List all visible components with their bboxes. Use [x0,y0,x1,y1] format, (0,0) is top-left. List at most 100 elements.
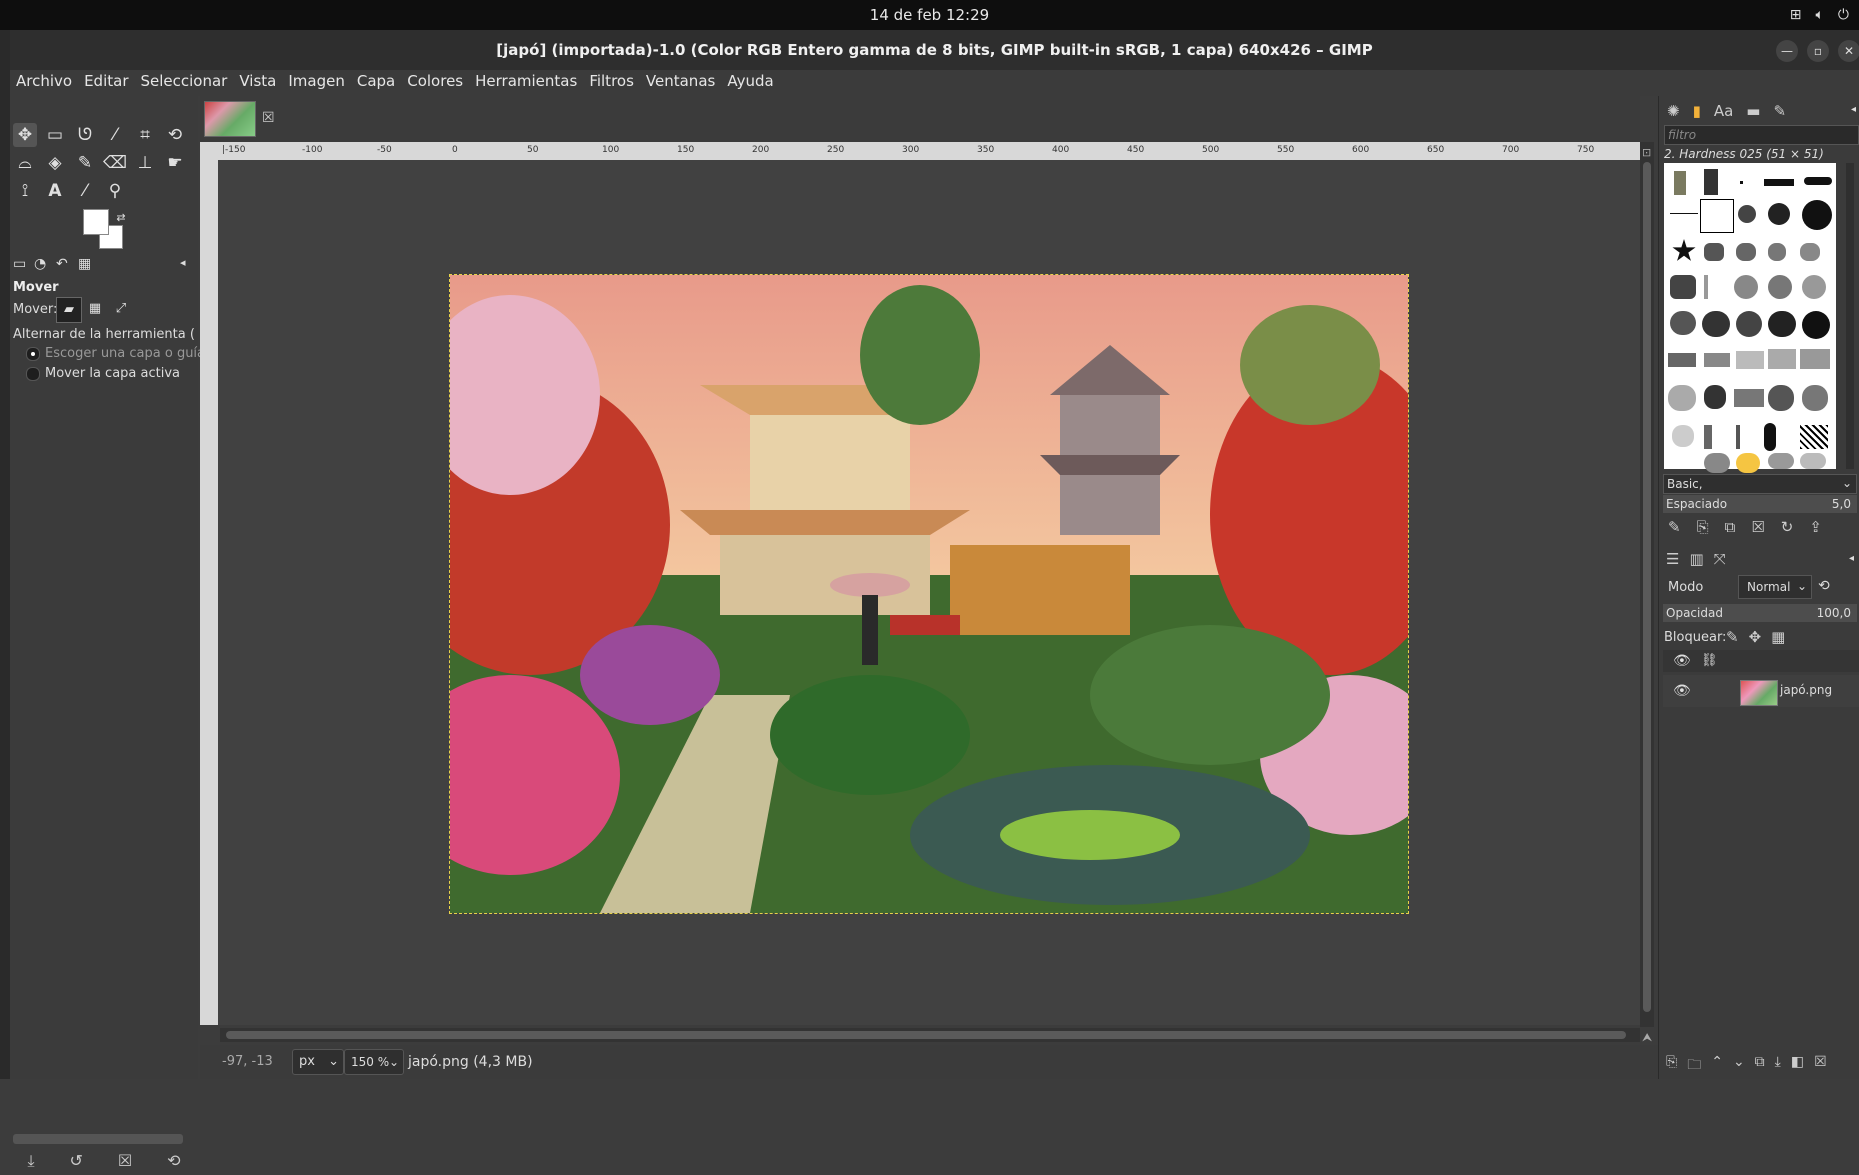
brush-item-selected[interactable] [1700,199,1734,233]
save-options-icon[interactable]: ⤓ [27,1151,34,1171]
undo-history-tab-icon[interactable]: ↶ [56,256,68,272]
device-status-tab-icon[interactable]: ◔ [34,256,46,272]
layer-name[interactable]: japó.png [1780,683,1832,697]
brush-item[interactable] [1768,243,1786,261]
lock-pixels-icon[interactable]: ✎ [1726,628,1739,646]
brush-item[interactable] [1736,453,1760,473]
brush-item[interactable] [1736,351,1764,369]
eraser-icon[interactable]: ⌫ [103,151,127,175]
system-tray[interactable]: ⊞ 🔈︎ ⏻ [1790,7,1849,23]
vertical-ruler[interactable] [200,160,219,1025]
radio-move-active[interactable] [26,367,40,381]
lasso-icon[interactable]: ᘎ [73,123,97,147]
brush-item[interactable] [1704,385,1726,409]
open-brush-icon[interactable]: ⇪ [1809,518,1822,536]
channels-tab-icon[interactable]: ▥ [1689,550,1703,568]
horizontal-scrollbar[interactable] [220,1028,1640,1042]
brush-item[interactable] [1740,181,1743,184]
image-tab-thumbnail[interactable] [204,101,256,137]
navigate-icon[interactable]: ⮝ [1642,1030,1652,1045]
merge-layer-icon[interactable]: ⤓ [1775,1054,1781,1078]
brush-item[interactable] [1670,311,1696,335]
image-canvas[interactable] [449,274,1409,914]
layers-tab-icon[interactable]: ☰ [1666,550,1679,568]
crop-icon[interactable]: ⌗ [133,123,157,147]
option-move-active-label[interactable]: Mover la capa activa [45,366,180,381]
delete-layer-icon[interactable]: ☒ [1814,1054,1827,1078]
raise-layer-icon[interactable]: ⌃ [1711,1054,1723,1078]
brush-item[interactable] [1738,205,1756,223]
move-layer-icon[interactable]: ▰ [56,297,82,323]
unit-select[interactable]: px ⌄ [292,1049,344,1075]
minimize-button[interactable]: — [1776,40,1798,62]
gradients-tab-icon[interactable]: ▬ [1746,102,1760,120]
rect-select-icon[interactable]: ▭ [43,123,67,147]
lock-alpha-icon[interactable]: ▦ [1771,628,1785,646]
paintbrush-icon[interactable]: ✎ [73,151,97,175]
brush-item[interactable] [1800,425,1828,449]
brush-item[interactable] [1764,179,1794,186]
brush-item[interactable] [1768,311,1796,337]
brush-item[interactable] [1764,423,1776,451]
maximize-button[interactable]: ▫ [1807,40,1829,62]
dock-menu-icon[interactable]: ◂ [1851,104,1856,115]
bucket-fill-icon[interactable]: ◈ [43,151,67,175]
brush-item[interactable] [1768,385,1794,411]
move-selection-icon[interactable]: ▦ [83,297,107,321]
layer-visibility-icon[interactable]: 👁︎ [1673,683,1691,699]
brush-filter-input[interactable]: filtro [1664,125,1859,145]
menu-filtros[interactable]: Filtros [583,70,640,96]
brush-item[interactable] [1800,243,1820,261]
brush-item[interactable] [1672,239,1696,261]
paint-dynamics-tab-icon[interactable]: ✎ [1773,102,1786,120]
delete-options-icon[interactable]: ☒ [118,1151,132,1170]
zoom-select[interactable]: 150 % ⌄ [344,1049,404,1075]
new-group-icon[interactable]: 🗀︎ [1687,1054,1701,1078]
brush-item[interactable] [1736,311,1762,337]
brush-item[interactable] [1674,171,1686,195]
duplicate-brush-icon[interactable]: ⧉ [1725,518,1736,536]
brush-item[interactable] [1702,311,1730,337]
lock-position-icon[interactable]: ✥ [1749,628,1762,646]
opacity-slider[interactable]: Opacidad 100,0 [1663,604,1857,622]
delete-brush-icon[interactable]: ☒ [1751,518,1764,536]
menu-herramientas[interactable]: Herramientas [469,70,583,96]
swap-colors-icon[interactable]: ⇄ [109,206,133,230]
brush-item[interactable] [1768,275,1792,299]
brush-item[interactable] [1736,243,1756,261]
toolbox-scrollbar[interactable] [13,1134,183,1144]
lower-layer-icon[interactable]: ⌄ [1733,1054,1745,1078]
brush-item[interactable] [1734,389,1764,407]
brush-item[interactable] [1804,177,1832,185]
brush-item[interactable] [1802,385,1828,411]
reset-options-icon[interactable]: ⟲ [167,1151,180,1170]
zoom-lock-icon[interactable]: ⊡ [1642,146,1651,159]
fuzzy-select-icon[interactable]: ⁄ [103,123,127,147]
volume-icon[interactable]: 🔈︎ [1816,7,1824,23]
tool-options-tab-icon[interactable]: ▭ [13,256,26,272]
brush-item[interactable] [1704,275,1708,299]
menu-capa[interactable]: Capa [351,70,401,96]
layer-thumbnail[interactable] [1740,680,1778,706]
menu-editar[interactable]: Editar [78,70,134,96]
refresh-brushes-icon[interactable]: ↻ [1781,518,1794,536]
edit-brush-icon[interactable]: ✎ [1668,518,1681,536]
brush-item[interactable] [1704,169,1718,195]
horizontal-ruler[interactable]: |-150 -100 -50 0 50 100 150 200 250 300 … [200,142,1640,161]
brush-item[interactable] [1736,425,1740,449]
system-clock[interactable]: 14 de feb 12:29 [0,6,1859,24]
text-tool-icon[interactable]: A [43,179,67,203]
brush-grid-scrollbar[interactable] [1846,163,1854,469]
brush-item[interactable] [1768,203,1790,225]
radio-pick-layer[interactable] [26,347,40,361]
brush-grid[interactable] [1664,163,1836,473]
spacing-slider[interactable]: Espaciado 5,0 [1663,495,1857,513]
brush-item[interactable] [1734,275,1758,299]
warp-icon[interactable]: ⌓ [13,151,37,175]
brush-item[interactable] [1802,275,1826,299]
transform-icon[interactable]: ⟲ [163,123,187,147]
dock-menu-icon[interactable]: ◂ [180,256,186,269]
brush-item[interactable] [1802,200,1832,230]
close-window-button[interactable]: ✕ [1838,40,1859,62]
brush-item[interactable] [1704,243,1724,261]
